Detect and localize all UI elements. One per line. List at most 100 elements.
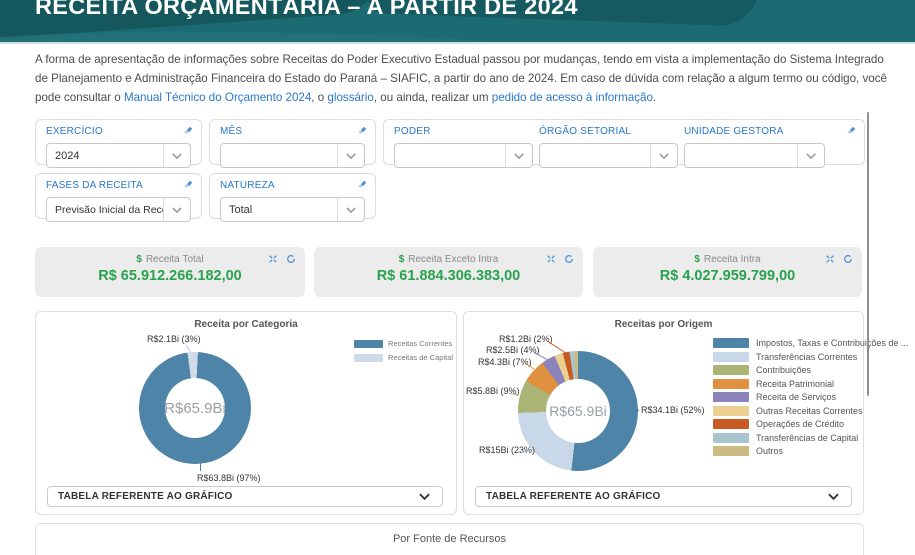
eraser-icon[interactable] (183, 179, 194, 190)
scrollbar-thumb[interactable] (867, 112, 869, 396)
chart-title: Receita por Categoria (36, 319, 456, 330)
kpi-value: R$ 61.884.306.383,00 (314, 268, 583, 284)
legend-swatch (713, 338, 749, 348)
dollar-icon: $ (136, 254, 142, 265)
legend-item[interactable]: Contribuições (713, 365, 908, 375)
refresh-icon[interactable] (843, 254, 853, 264)
legend-label: Outras Receitas Correntes (756, 406, 863, 416)
legend-item[interactable]: Outras Receitas Correntes (713, 406, 908, 416)
kpi-label: Receita Exceto Intra (408, 254, 498, 265)
eraser-icon[interactable] (183, 125, 194, 136)
table-toggle-origem[interactable]: TABELA REFERENTE AO GRÁFICO (475, 486, 852, 507)
kpi-value: R$ 4.027.959.799,00 (593, 268, 862, 284)
legend-item[interactable]: Operações de Crédito (713, 419, 908, 429)
link-pedido-acesso[interactable]: pedido de acesso à informação (492, 91, 653, 104)
chart-panel-categoria: Receita por Categoria R$65.9Bi R$2.1Bi (… (35, 311, 457, 515)
legend-label: Receitas de Capital (388, 353, 453, 362)
mes-select[interactable] (220, 143, 365, 168)
panel-fonte-recursos: Por Fonte de Recursos (35, 523, 864, 555)
filter-box-orgaos: PODER ÓRGÃO SETORIAL UNIDADE GESTORA (383, 119, 865, 165)
filter-label: UNIDADE GESTORA (684, 126, 825, 138)
select-value: 2024 (47, 150, 163, 162)
donut-center-label: R$65.9Bi (549, 403, 607, 419)
eraser-icon[interactable] (357, 179, 368, 190)
legend-item[interactable]: Receitas Correntes (354, 339, 453, 348)
donut-chart-origem[interactable]: R$65.9Bi (518, 351, 638, 471)
table-toggle-categoria[interactable]: TABELA REFERENTE AO GRÁFICO (47, 486, 443, 507)
legend-item[interactable]: Transferências Correntes (713, 352, 908, 362)
legend-swatch (713, 419, 749, 429)
filter-label: ÓRGÃO SETORIAL (539, 126, 678, 138)
legend-swatch (713, 433, 749, 443)
exercicio-select[interactable]: 2024 (46, 143, 191, 168)
leader-line (630, 410, 639, 411)
slice-label: R$63.8Bi (97%) (197, 473, 261, 483)
filter-label: EXERCÍCIO (46, 126, 191, 138)
orgao-setorial-select[interactable] (539, 143, 678, 168)
natureza-select[interactable]: Total (220, 197, 365, 222)
eraser-icon[interactable] (846, 125, 857, 136)
chart-legend: Impostos, Taxas e Contribuições de ... T… (713, 338, 908, 460)
legend-item[interactable]: Outros (713, 446, 908, 456)
expand-icon[interactable] (825, 254, 835, 264)
filter-group-unidade-gestora: UNIDADE GESTORA (684, 126, 825, 168)
legend-swatch (354, 354, 383, 362)
filter-box-natureza: NATUREZA Total (209, 173, 376, 219)
unidade-gestora-select[interactable] (684, 143, 825, 168)
filter-box-fases: FASES DA RECEITA Previsão Inicial da Rec… (35, 173, 202, 219)
filter-label: PODER (394, 126, 533, 138)
filter-box-exercicio: EXERCÍCIO 2024 (35, 119, 202, 165)
expand-icon[interactable] (268, 254, 278, 264)
filter-label: NATUREZA (220, 180, 365, 192)
table-toggle-label: TABELA REFERENTE AO GRÁFICO (48, 491, 232, 502)
table-toggle-label: TABELA REFERENTE AO GRÁFICO (476, 491, 660, 502)
poder-select[interactable] (394, 143, 533, 168)
chevron-down-icon (419, 493, 442, 500)
chevron-down-icon (337, 144, 364, 167)
link-glossario[interactable]: glossário (327, 91, 373, 104)
legend-item[interactable]: Receita Patrimonial (713, 379, 908, 389)
refresh-icon[interactable] (286, 254, 296, 264)
chart-legend: Receitas Correntes Receitas de Capital (354, 339, 453, 367)
legend-label: Receita de Serviços (756, 392, 836, 402)
chart-title: Receitas por Origem (464, 319, 863, 330)
donut-chart-categoria[interactable]: R$65.9Bi (139, 352, 251, 464)
legend-label: Operações de Crédito (756, 419, 844, 429)
select-value: Total (221, 204, 337, 216)
kpi-header: $ Receita Total (35, 254, 305, 265)
page-title: RECEITA ORÇAMENTÁRIA – A PARTIR DE 2024 (35, 0, 578, 20)
kpi-card-receita-intra: $Receita Intra R$ 4.027.959.799,00 (593, 247, 862, 297)
chevron-down-icon (650, 144, 677, 167)
legend-label: Transferências de Capital (756, 433, 858, 443)
leader-line (200, 462, 201, 471)
kpi-card-receita-total: $ Receita Total R$ 65.912.266.182,00 (35, 247, 305, 297)
legend-swatch (713, 446, 749, 456)
kpi-header: $Receita Intra (593, 254, 862, 265)
legend-swatch (713, 365, 749, 375)
expand-icon[interactable] (546, 254, 556, 264)
slice-label: R$5.8Bi (9%) (466, 386, 520, 396)
chart-panel-origem: Receitas por Origem R$65.9Bi R$1.2Bi (2%… (463, 311, 864, 515)
legend-label: Outros (756, 446, 783, 456)
filter-group-poder: PODER (394, 126, 533, 168)
kpi-value: R$ 65.912.266.182,00 (35, 268, 305, 284)
leader-line (534, 352, 549, 360)
chevron-down-icon (337, 198, 364, 221)
legend-label: Receita Patrimonial (756, 379, 834, 389)
intro-paragraph: A forma de apresentação de informações s… (35, 50, 887, 107)
slice-label: R$4.3Bi (7%) (478, 357, 532, 367)
refresh-icon[interactable] (564, 254, 574, 264)
donut-center-label: R$65.9Bi (164, 400, 226, 417)
intro-text: , o (311, 91, 327, 104)
kpi-card-receita-exceto-intra: $Receita Exceto Intra R$ 61.884.306.383,… (314, 247, 583, 297)
legend-item[interactable]: Transferências de Capital (713, 433, 908, 443)
eraser-icon[interactable] (357, 125, 368, 136)
legend-item[interactable]: Receitas de Capital (354, 353, 453, 362)
kpi-label: Receita Total (146, 254, 204, 265)
legend-item[interactable]: Impostos, Taxas e Contribuições de ... (713, 338, 908, 348)
legend-label: Transferências Correntes (756, 352, 857, 362)
banner-shape (0, 32, 520, 44)
fases-receita-select[interactable]: Previsão Inicial da Receita (46, 197, 191, 222)
link-manual-tecnico[interactable]: Manual Técnico do Orçamento 2024 (124, 91, 311, 104)
legend-item[interactable]: Receita de Serviços (713, 392, 908, 402)
